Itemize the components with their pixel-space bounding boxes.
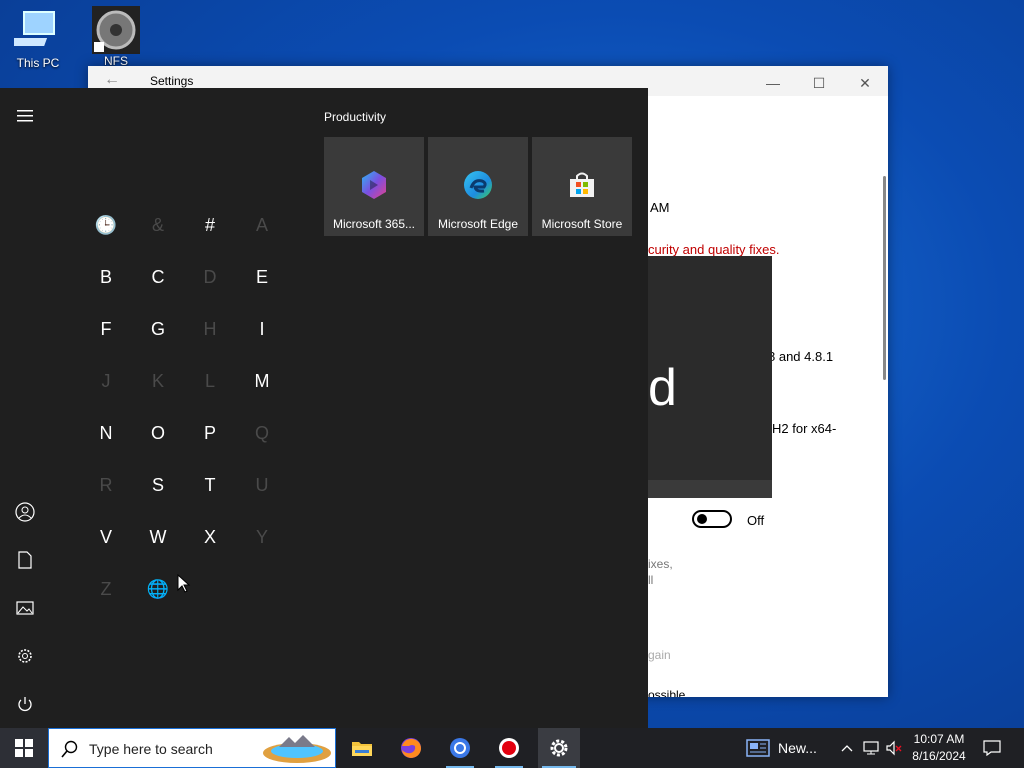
jump-list-letter: L: [204, 371, 215, 391]
jump-list-letter[interactable]: S: [138, 465, 178, 505]
jump-list-letter[interactable]: B: [86, 257, 126, 297]
jump-list-letter: Q: [254, 423, 269, 443]
hamburger-icon[interactable]: [12, 103, 38, 129]
clock-date: 8/16/2024: [912, 749, 966, 763]
update-status-text: curity and quality fixes.: [648, 242, 780, 257]
tile-microsoft-store[interactable]: Microsoft Store: [532, 137, 632, 236]
jump-list-letter[interactable]: #: [190, 205, 230, 245]
chrome-icon: [450, 738, 470, 758]
file-explorer-icon: [352, 742, 372, 756]
jump-list-letter: &: [151, 215, 164, 235]
jump-list-letter[interactable]: 🕒: [86, 205, 126, 245]
taskbar-settings[interactable]: [538, 728, 580, 768]
jump-list-letter[interactable]: N: [86, 413, 126, 453]
update-item-text: 8 and 4.8.1: [768, 349, 834, 364]
jump-list-letter: H: [203, 319, 217, 339]
start-menu: 🕒 & # A B C D E F G H I J K L M N O P Q R S T U V W X Y Z 🌐 Productiv…: [0, 88, 648, 728]
settings-gear-icon[interactable]: [12, 643, 38, 669]
jump-list-letter: Z: [100, 579, 112, 599]
jump-list-letter[interactable]: O: [138, 413, 178, 453]
taskbar-clock[interactable]: 10:07 AM 8/16/2024: [904, 731, 974, 765]
taskbar-search-box[interactable]: Type here to search: [48, 728, 336, 768]
scrollbar[interactable]: [883, 176, 886, 380]
taskbar-firefox[interactable]: [391, 728, 431, 768]
toggle-switch[interactable]: [692, 510, 732, 528]
jump-list-letter: A: [255, 215, 268, 235]
record-icon: [499, 738, 519, 758]
tile-label: Microsoft 365...: [332, 217, 416, 231]
jump-list-letter: 🌐: [146, 579, 170, 599]
tile-label: Microsoft Store: [541, 217, 623, 231]
news-icon: [746, 739, 770, 757]
jump-list-letter[interactable]: C: [138, 257, 178, 297]
volume-muted-icon[interactable]: [884, 728, 904, 768]
documents-icon[interactable]: [12, 547, 38, 573]
windows-logo-icon: [15, 739, 33, 757]
window-title: Settings: [150, 74, 194, 88]
microsoft-365-icon: [358, 169, 390, 201]
desktop-icon-nfs[interactable]: NFS: [84, 6, 148, 68]
info-text: ossible: [648, 688, 686, 697]
news-widget[interactable]: New...: [740, 728, 830, 768]
jump-list-letter[interactable]: W: [138, 517, 178, 557]
link-text[interactable]: gain: [648, 648, 671, 662]
start-button[interactable]: [0, 728, 48, 768]
update-item-text: H2 for x64-: [772, 421, 837, 436]
jump-list-letter: J: [101, 371, 111, 391]
jump-list-letter[interactable]: F: [86, 309, 126, 349]
jump-list-letter: U: [255, 475, 269, 495]
minimize-icon[interactable]: —: [750, 70, 796, 96]
news-label: New...: [778, 740, 817, 756]
jump-list-letter[interactable]: X: [190, 517, 230, 557]
jump-list-letter: D: [203, 267, 217, 287]
nfs-shortcut-icon: [92, 6, 140, 54]
jump-list-letter: R: [99, 475, 113, 495]
search-placeholder: Type here to search: [89, 741, 213, 757]
jump-list-letter[interactable]: T: [190, 465, 230, 505]
mouse-cursor-icon: [177, 574, 191, 593]
desktop-icon-this-pc[interactable]: This PC: [6, 8, 70, 70]
taskbar: Type here to search New... 10:07 AM 8/16…: [0, 728, 1024, 768]
store-icon: [566, 169, 598, 201]
jump-list-letter[interactable]: P: [190, 413, 230, 453]
jump-list-letter: Y: [255, 527, 268, 547]
taskbar-recorder[interactable]: [489, 728, 529, 768]
jump-list-letter[interactable]: I: [242, 309, 282, 349]
jump-list-letter[interactable]: M: [242, 361, 282, 401]
overlay-bar: [648, 480, 772, 498]
network-icon[interactable]: [860, 728, 882, 768]
clock-time: 10:07 AM: [913, 732, 965, 746]
toggle-label: Off: [747, 513, 765, 528]
show-hidden-icons-chevron-icon[interactable]: [838, 728, 856, 768]
edge-icon: [462, 169, 494, 201]
user-icon[interactable]: [12, 499, 38, 525]
jump-list-letter[interactable]: G: [138, 309, 178, 349]
taskbar-file-explorer[interactable]: [342, 728, 382, 768]
tile-group-label: Productivity: [324, 110, 387, 124]
tile-microsoft-365[interactable]: Microsoft 365...: [324, 137, 424, 236]
desktop-icon-label: This PC: [16, 56, 60, 70]
maximize-icon[interactable]: ☐: [796, 70, 842, 96]
info-text: ll: [648, 573, 654, 587]
pictures-icon[interactable]: [12, 595, 38, 621]
computer-icon: [6, 8, 62, 52]
settings-icon: [550, 739, 568, 757]
search-icon: [61, 740, 78, 758]
tile-microsoft-edge[interactable]: Microsoft Edge: [428, 137, 528, 236]
power-icon[interactable]: [12, 691, 38, 717]
jump-list-letter[interactable]: V: [86, 517, 126, 557]
update-time-text: AM: [650, 200, 670, 215]
info-text: ixes,: [648, 557, 673, 571]
notification-center-icon[interactable]: [978, 728, 1006, 768]
tile-label: Microsoft Edge: [437, 217, 519, 231]
search-highlight-icon: [263, 735, 331, 763]
jump-list-letter: K: [151, 371, 164, 391]
notification-overlay: d: [648, 256, 772, 498]
close-icon[interactable]: ✕: [842, 70, 888, 96]
back-arrow-icon[interactable]: ←: [104, 71, 120, 89]
overlay-glyph: d: [648, 359, 677, 417]
taskbar-chrome[interactable]: [440, 728, 480, 768]
jump-list-letter[interactable]: E: [242, 257, 282, 297]
firefox-icon: [401, 738, 421, 758]
